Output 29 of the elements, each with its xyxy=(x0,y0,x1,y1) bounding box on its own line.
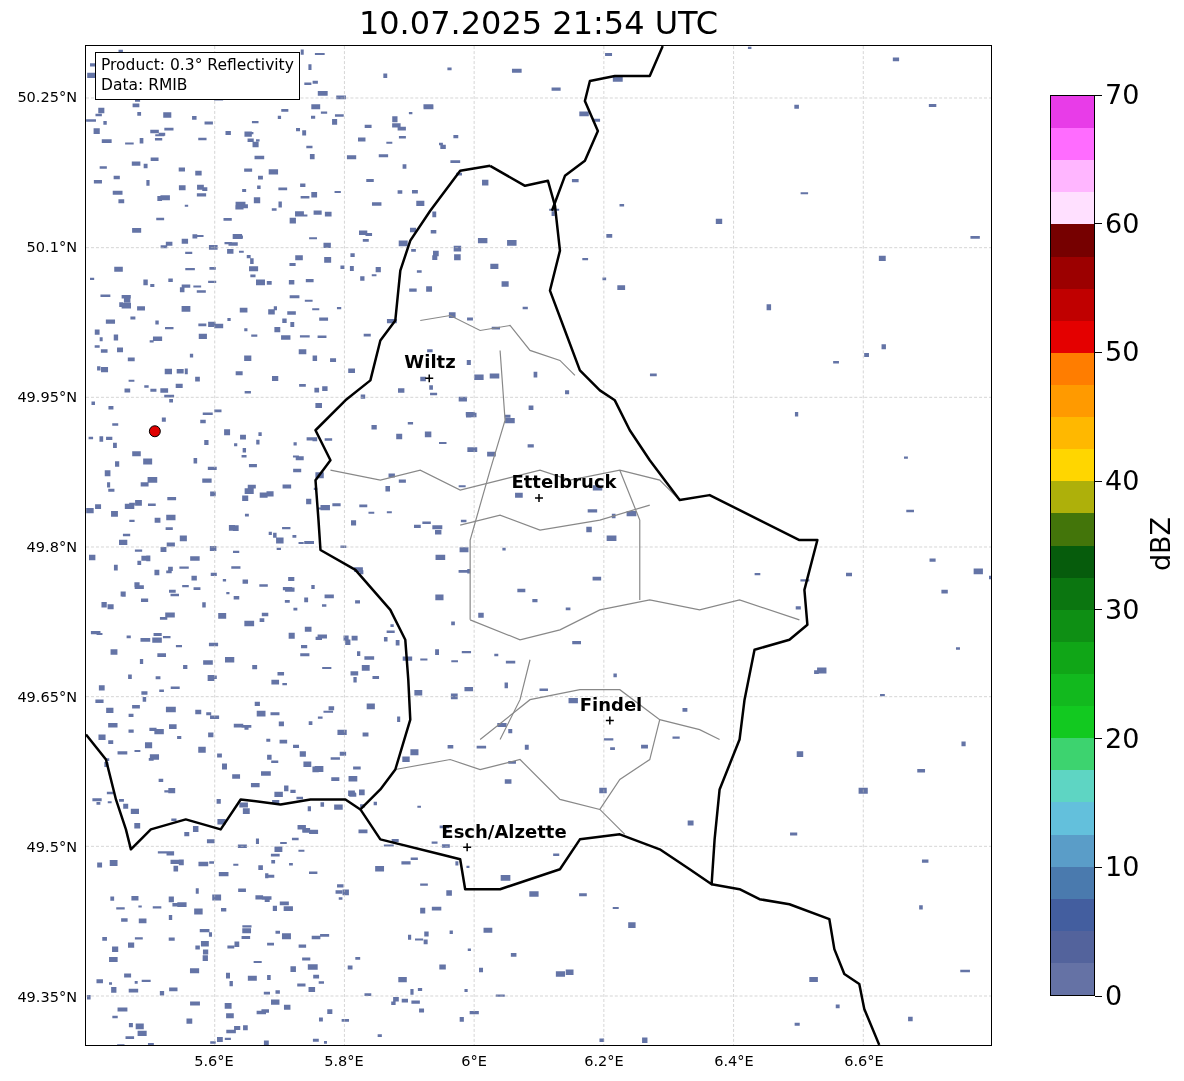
axis-tick-label: 6.6°E xyxy=(844,1052,884,1070)
colorbar-tick-label: 30 xyxy=(1105,593,1140,626)
colorbar-tick-label: 0 xyxy=(1105,980,1123,1012)
axis-tick-label: 6.4°E xyxy=(714,1052,754,1070)
axis-tick-label: 50.25°N xyxy=(17,88,77,106)
axis-tick-label: 49.5°N xyxy=(26,838,77,856)
city-label: Wiltz xyxy=(404,351,456,373)
axis-tick-label: 6.2°E xyxy=(584,1052,624,1070)
axis-tick-label: 5.6°E xyxy=(194,1052,234,1070)
axis-tick-label: 49.8°N xyxy=(26,538,77,556)
colorbar-label: dBZ xyxy=(1145,516,1178,572)
info-text: Data: RMIB xyxy=(101,75,189,95)
colorbar-tick-label: 20 xyxy=(1105,722,1140,755)
colorbar-tick-label: 10 xyxy=(1105,851,1140,884)
city-label: Ettelbruck xyxy=(511,471,617,493)
axis-tick-label: 49.35°N xyxy=(17,988,77,1006)
colorbar-tick-label: 40 xyxy=(1105,465,1140,498)
axis-tick-label: 50.1°N xyxy=(26,238,77,256)
axis-tick-label: 49.65°N xyxy=(17,688,77,706)
axis-tick-label: 49.95°N xyxy=(17,388,77,406)
colorbar-tick-label: 50 xyxy=(1105,336,1140,369)
info-text: Product: 0.3° Reflectivity xyxy=(101,55,294,75)
colorbar-tick-label: 60 xyxy=(1105,207,1140,240)
city-label: Findel xyxy=(579,694,643,716)
chart-title: 10.07.2025 21:54 UTC xyxy=(358,4,719,42)
axis-tick-label: 6°E xyxy=(461,1052,487,1070)
axis-tick-label: 5.8°E xyxy=(324,1052,364,1070)
colorbar-tick-label: 70 xyxy=(1105,79,1140,111)
city-label: Esch/Alzette xyxy=(441,821,567,843)
